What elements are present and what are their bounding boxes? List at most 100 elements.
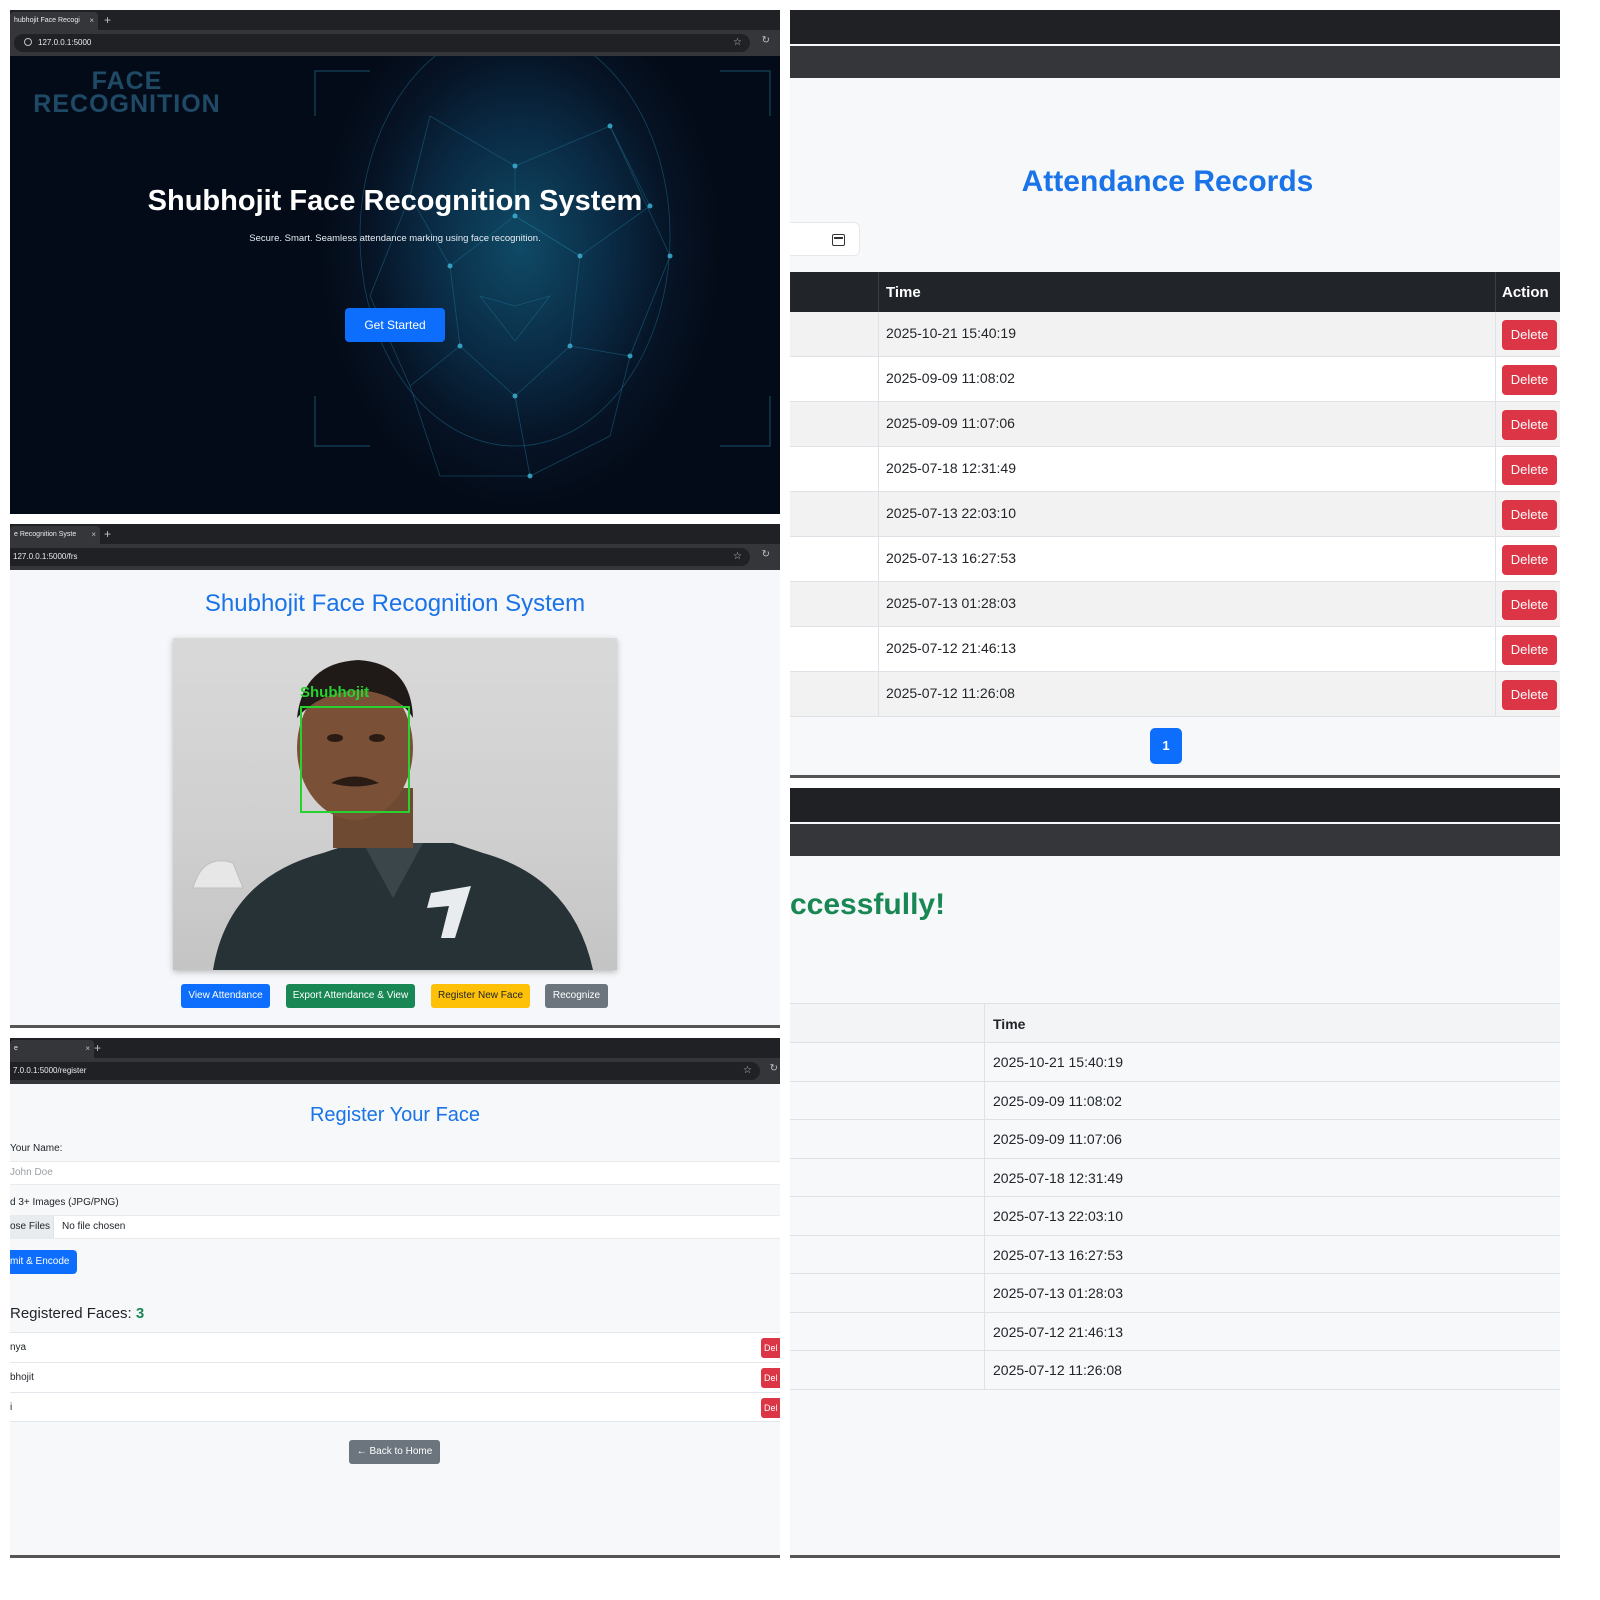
- tab-title: hubhojit Face Recogi: [14, 17, 80, 24]
- browser-tab[interactable]: e Recognition Syste ×: [10, 526, 100, 544]
- date-filter-input[interactable]: [790, 222, 860, 256]
- close-icon[interactable]: ×: [89, 12, 94, 30]
- row-time: 2025-07-13 22:03:10: [993, 1208, 1123, 1224]
- bookmark-star-icon[interactable]: ☆: [743, 1062, 752, 1080]
- browser-tabbar: [790, 10, 1560, 44]
- address-bar[interactable]: 127.0.0.1:5000 ☆: [14, 34, 750, 52]
- table-row: 2025-09-09 11:08:02 Delete: [790, 357, 1560, 402]
- browser-tab[interactable]: hubhojit Face Recogi ×: [10, 12, 98, 30]
- list-item: i Del: [10, 1392, 780, 1422]
- column-time: Time: [886, 284, 921, 301]
- row-time: 2025-07-13 01:28:03: [993, 1285, 1123, 1301]
- delete-button[interactable]: Delete: [1502, 320, 1557, 350]
- column-divider: [878, 272, 879, 312]
- recognize-button[interactable]: Recognize: [545, 984, 608, 1008]
- row-time: 2025-07-12 21:46:13: [993, 1323, 1123, 1340]
- reload-icon[interactable]: ↻: [762, 35, 770, 46]
- row-time: 2025-09-09 11:08:02: [993, 1092, 1122, 1109]
- site-info-icon[interactable]: [24, 38, 32, 46]
- table-row: 2025-07-12 11:26:08: [790, 1351, 1560, 1390]
- page-title: Shubhojit Face Recognition System: [204, 590, 586, 617]
- browser-tabbar: e Recognition Syste × +: [10, 524, 780, 544]
- browser-tab[interactable]: e ×: [10, 1040, 94, 1058]
- reload-icon[interactable]: ↻: [770, 1063, 778, 1074]
- table-row: 2025-07-13 01:28:03: [790, 1274, 1560, 1313]
- delete-button[interactable]: Delete: [1502, 365, 1557, 395]
- delete-button[interactable]: Delete: [1502, 635, 1557, 665]
- delete-button[interactable]: Delete: [1502, 500, 1557, 530]
- table-row: 2025-10-21 15:40:19 Delete: [790, 312, 1560, 357]
- row-time: 2025-07-13 16:27:53: [886, 550, 1016, 566]
- list-item: nya Del: [10, 1332, 780, 1362]
- browser-toolbar: 127.0.0.1:5000 ☆ ↻: [10, 30, 780, 56]
- browser-toolbar: 7.0.0.1:5000/register ☆ ↻: [10, 1058, 780, 1084]
- images-label: d 3+ Images (JPG/PNG): [10, 1197, 119, 1208]
- address-bar[interactable]: 127.0.0.1:5000/frs ☆: [10, 548, 750, 566]
- camera-feed: Shubhojit: [173, 638, 617, 970]
- row-time: 2025-10-21 15:40:19: [993, 1054, 1123, 1070]
- export-screenshot: ccessfully! Time 2025-10-21 15:40:19 202…: [790, 788, 1560, 1558]
- register-new-face-button[interactable]: Register New Face: [431, 984, 530, 1008]
- file-input[interactable]: ose Files No file chosen: [10, 1215, 780, 1239]
- divider: [10, 1555, 780, 1558]
- delete-button[interactable]: Delete: [1502, 545, 1557, 575]
- page-title: Register Your Face: [309, 1104, 481, 1126]
- detected-name-label: Shubhojit: [300, 684, 370, 701]
- divider: [790, 1555, 1560, 1558]
- list-item: bhojit Del: [10, 1362, 780, 1392]
- new-tab-icon[interactable]: +: [94, 1039, 101, 1057]
- get-started-button[interactable]: Get Started: [345, 308, 445, 342]
- back-to-home-button[interactable]: ← Back to Home: [349, 1440, 440, 1464]
- table-row: 2025-09-09 11:07:06 Delete: [790, 402, 1560, 447]
- tab-title: e: [14, 1045, 18, 1052]
- new-tab-icon[interactable]: +: [104, 525, 111, 543]
- table-row: 2025-07-13 16:27:53 Delete: [790, 537, 1560, 582]
- choose-files-button[interactable]: ose Files: [10, 1216, 54, 1238]
- row-time: 2025-07-18 12:31:49: [886, 460, 1016, 476]
- view-attendance-button[interactable]: View Attendance: [181, 984, 270, 1008]
- delete-button[interactable]: Delete: [1502, 410, 1557, 440]
- row-time: 2025-07-12 11:26:08: [993, 1362, 1122, 1378]
- name-placeholder: John Doe: [10, 1167, 53, 1178]
- browser-toolbar: [790, 46, 1560, 78]
- delete-face-button[interactable]: Del: [761, 1398, 780, 1418]
- face-mesh-illustration: [314, 56, 771, 479]
- delete-face-button[interactable]: Del: [761, 1338, 780, 1358]
- submit-encode-button[interactable]: mit & Encode: [10, 1250, 77, 1274]
- close-icon[interactable]: ×: [91, 526, 96, 544]
- delete-button[interactable]: Delete: [1502, 590, 1557, 620]
- hero-title: Shubhojit Face Recognition System: [147, 185, 643, 217]
- name-input[interactable]: John Doe: [10, 1161, 780, 1185]
- row-time: 2025-07-13 22:03:10: [886, 505, 1016, 521]
- table-row: 2025-07-12 11:26:08 Delete: [790, 672, 1560, 717]
- close-icon[interactable]: ×: [85, 1040, 90, 1058]
- page-title: Attendance Records: [1021, 165, 1314, 198]
- calendar-icon[interactable]: [832, 234, 845, 246]
- url-text: 7.0.0.1:5000/register: [13, 1066, 87, 1075]
- row-time: 2025-09-09 11:07:06: [993, 1131, 1122, 1147]
- delete-button[interactable]: Delete: [1502, 680, 1557, 710]
- new-tab-icon[interactable]: +: [104, 11, 111, 29]
- hero-subtitle: Secure. Smart. Seamless attendance marki…: [249, 233, 541, 244]
- delete-face-button[interactable]: Del: [761, 1368, 780, 1388]
- bookmark-star-icon[interactable]: ☆: [733, 34, 742, 52]
- address-bar[interactable]: 7.0.0.1:5000/register ☆: [10, 1062, 760, 1080]
- export-attendance-button[interactable]: Export Attendance & View: [286, 984, 415, 1008]
- tab-title: e Recognition Syste: [14, 531, 77, 538]
- face-name: nya: [10, 1342, 27, 1353]
- reload-icon[interactable]: ↻: [762, 549, 770, 560]
- hero-background: [10, 56, 780, 514]
- pagination-page-button[interactable]: 1: [1150, 728, 1182, 764]
- delete-button[interactable]: Delete: [1502, 455, 1557, 485]
- table-header: Time: [790, 1003, 1560, 1043]
- register-screenshot: e × + 7.0.0.1:5000/register ☆ ↻ Register…: [10, 1038, 780, 1558]
- registered-faces-heading: Registered Faces: 3: [10, 1305, 144, 1322]
- registered-faces-label: Registered Faces:: [10, 1305, 132, 1322]
- row-time: 2025-10-21 15:40:19: [886, 325, 1016, 341]
- divider: [10, 1025, 780, 1028]
- row-time: 2025-07-12 11:26:08: [886, 685, 1015, 701]
- column-action: Action: [1502, 284, 1549, 301]
- column-divider: [984, 1003, 985, 1390]
- logo-line-2: RECOGNITION: [33, 90, 221, 118]
- bookmark-star-icon[interactable]: ☆: [733, 548, 742, 566]
